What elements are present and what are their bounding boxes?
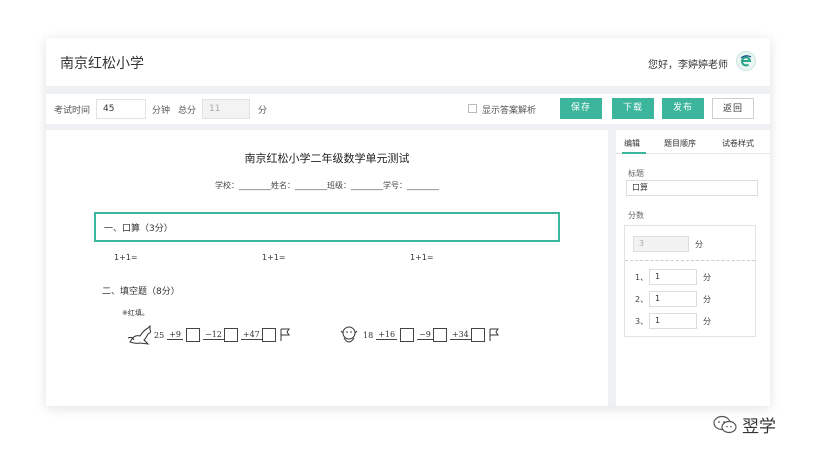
number-chain-1: 25 +9 −12 +47 <box>126 324 291 346</box>
divider <box>625 260 755 261</box>
score-label: 分数 <box>628 211 644 220</box>
item-index-1: 1、 <box>635 273 649 282</box>
paper-preview: 南京红松小学二年级数学单元测试 学校：________姓名：________班级… <box>46 130 608 406</box>
item-index-2: 2、 <box>635 295 649 304</box>
chain1-start: 25 <box>154 330 165 340</box>
chain2-op-1: +16 <box>376 330 398 340</box>
edit-sidebar: 编辑 题目顺序 试卷样式 标题 口算 分数 3 分 1、 1 分 2、 1 分 … <box>616 130 770 406</box>
item-score-input-2[interactable]: 1 <box>649 291 697 307</box>
section1-title: 一、口算（3分） <box>104 224 173 234</box>
item-unit-1: 分 <box>703 273 711 282</box>
number-chain-2: 18 +16 −9 +34 <box>338 324 500 346</box>
answer-box[interactable] <box>470 328 485 342</box>
watermark: 翌学 <box>712 412 776 437</box>
chain2-op-2: −9 <box>417 330 433 340</box>
user-greeting: 您好，李婷婷老师 <box>648 60 728 71</box>
answer-box[interactable] <box>400 328 415 342</box>
chain1-op-1: +9 <box>167 330 183 340</box>
equation-1: 1+1= <box>114 253 138 262</box>
exam-time-label: 考试时间 <box>54 106 91 116</box>
chain1-op-3: +47 <box>240 330 262 340</box>
kangaroo-icon <box>127 324 152 345</box>
e-logo-icon[interactable] <box>736 51 756 71</box>
active-tab-indicator <box>622 152 646 154</box>
flag-icon <box>489 328 499 341</box>
lion-icon <box>340 326 358 343</box>
chain1-op-2: −12 <box>202 330 224 340</box>
back-button[interactable]: 返回 <box>712 98 754 119</box>
publish-button[interactable]: 发布 <box>662 98 704 119</box>
answer-box[interactable] <box>185 328 200 342</box>
watermark-text: 翌学 <box>742 417 776 437</box>
total-score-input: 11 <box>202 99 250 119</box>
item-unit-2: 分 <box>703 295 711 304</box>
equation-3: 1+1= <box>410 253 434 262</box>
section-total-score: 3 <box>633 236 689 252</box>
flag-icon <box>280 328 290 341</box>
item-index-3: 3、 <box>635 317 649 326</box>
item-unit-3: 分 <box>703 317 711 326</box>
download-button[interactable]: 下载 <box>612 98 654 119</box>
school-title: 南京红松小学 <box>60 56 144 72</box>
answer-box[interactable] <box>261 328 276 342</box>
item-score-input-3[interactable]: 1 <box>649 313 697 329</box>
student-info-line: 学校：________姓名：________班级：________学号：____… <box>215 181 439 190</box>
sidebar-tabs: 编辑 题目顺序 试卷样式 <box>616 130 770 154</box>
chain2-op-3: +34 <box>449 330 471 340</box>
save-button[interactable]: 保存 <box>560 98 602 119</box>
fill-hint: ※红填。 <box>122 309 149 317</box>
chain2-start: 18 <box>363 330 374 340</box>
app-window: 南京红松小学 您好，李婷婷老师 考试时间 45 分钟 总分 11 分 显示答案解… <box>46 38 770 406</box>
score-panel: 3 分 1、 1 分 2、 1 分 3、 1 分 <box>624 225 756 337</box>
toolbar: 考试时间 45 分钟 总分 11 分 显示答案解析 保存 下载 发布 返回 <box>46 94 770 124</box>
section-oral-arithmetic[interactable]: 一、口算（3分） <box>94 212 560 242</box>
score-unit-label: 分 <box>258 106 268 116</box>
answer-box[interactable] <box>432 328 447 342</box>
total-score-label: 总分 <box>178 106 197 116</box>
show-answer-label: 显示答案解析 <box>482 106 537 116</box>
answer-box[interactable] <box>223 328 238 342</box>
minute-label: 分钟 <box>152 106 171 116</box>
tab-paper-style[interactable]: 试卷样式 <box>722 138 754 149</box>
equation-2: 1+1= <box>262 253 286 262</box>
score-unit: 分 <box>695 240 703 249</box>
section2-title[interactable]: 二、填空题（8分） <box>102 284 180 297</box>
header: 南京红松小学 您好，李婷婷老师 <box>46 38 770 86</box>
tab-edit[interactable]: 编辑 <box>624 138 640 149</box>
wechat-icon <box>713 415 737 433</box>
exam-time-input[interactable]: 45 <box>96 99 146 119</box>
paper-title: 南京红松小学二年级数学单元测试 <box>244 152 410 165</box>
tab-question-order[interactable]: 题目顺序 <box>664 138 696 149</box>
title-label: 标题 <box>628 169 644 178</box>
title-input[interactable]: 口算 <box>626 180 758 196</box>
show-answer-checkbox[interactable] <box>468 104 477 113</box>
item-score-input-1[interactable]: 1 <box>649 269 697 285</box>
